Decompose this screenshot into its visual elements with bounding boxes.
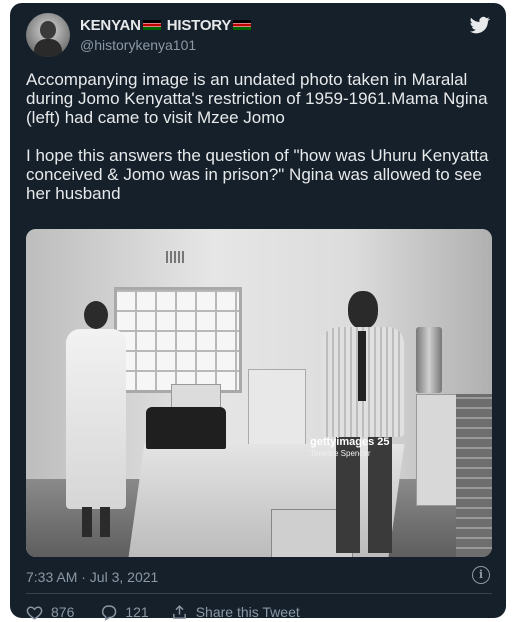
avatar-figure-head <box>40 21 56 39</box>
tweet-actions: 876 121 Share this Tweet <box>26 602 300 622</box>
photo-man-figure <box>308 291 418 553</box>
info-icon[interactable]: i <box>472 566 490 584</box>
avatar-figure-body <box>34 39 62 57</box>
tweet-text: Accompanying image is an undated photo t… <box>26 70 496 203</box>
tweet-timestamp[interactable]: 7:33 AM · Jul 3, 2021 <box>26 569 158 585</box>
display-name[interactable]: KENYAN HISTORY <box>80 17 253 34</box>
tweet-paragraph: Accompanying image is an undated photo t… <box>26 70 488 127</box>
twitter-bird-icon[interactable] <box>469 15 491 35</box>
heart-icon <box>26 605 43 620</box>
tweet-photo[interactable]: gettyimages 25 Terence Spencer <box>26 229 492 557</box>
user-handle[interactable]: @historykenya101 <box>80 37 196 53</box>
photo-brick-wall <box>456 394 492 557</box>
kenya-flag-icon <box>233 20 252 31</box>
photo-vent <box>166 251 184 263</box>
avatar[interactable] <box>26 13 70 57</box>
photo-cabinet <box>248 369 306 451</box>
reply-button[interactable]: 121 <box>100 604 149 621</box>
share-button[interactable]: Share this Tweet <box>171 604 300 621</box>
reply-count: 121 <box>125 604 149 620</box>
display-name-part1: KENYAN <box>80 17 141 34</box>
divider <box>26 593 492 594</box>
photo-watermark: gettyimages 25 <box>310 436 390 448</box>
tweet-card: KENYAN HISTORY @historykenya101 Accompan… <box>10 3 506 621</box>
tweet-paragraph: I hope this answers the question of "how… <box>26 146 489 203</box>
photo-urn <box>416 327 442 393</box>
share-label: Share this Tweet <box>195 604 300 620</box>
display-name-part2: HISTORY <box>166 17 232 34</box>
photo-woman-figure <box>56 301 136 537</box>
photo-bag <box>146 407 226 449</box>
share-icon <box>172 604 186 619</box>
photo-credit: Terence Spencer <box>310 449 371 458</box>
kenya-flag-icon <box>142 20 161 31</box>
reply-icon <box>102 604 117 621</box>
like-count: 876 <box>51 604 75 620</box>
like-button[interactable]: 876 <box>26 604 74 621</box>
